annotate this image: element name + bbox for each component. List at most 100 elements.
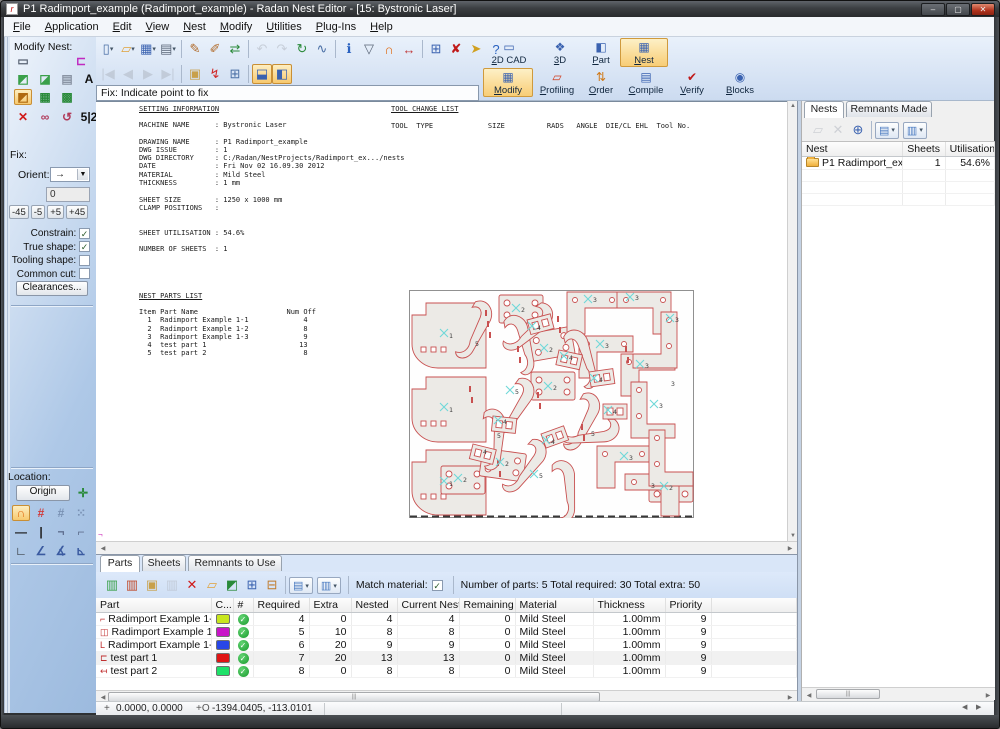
preview-box-icon[interactable]: ▭ bbox=[14, 53, 32, 69]
menu-application[interactable]: Application bbox=[38, 18, 106, 33]
chain-icon[interactable]: ∞ bbox=[36, 109, 54, 125]
col-part[interactable]: Part bbox=[96, 598, 211, 612]
nests-detail-view-button[interactable]: ▥▾ bbox=[903, 122, 927, 139]
report-icon[interactable]: ▤ bbox=[58, 71, 76, 87]
measure-icon[interactable]: ↔ bbox=[399, 39, 419, 59]
save-icon[interactable]: ▦▾ bbox=[138, 39, 158, 59]
rotate-5-button[interactable]: -5 bbox=[31, 205, 45, 219]
profiling-button[interactable]: ▱Profiling bbox=[535, 68, 579, 97]
status-scroll-right-icon[interactable]: ▶ bbox=[976, 703, 981, 711]
scroll-left-icon[interactable]: ◀ bbox=[98, 694, 108, 701]
order-button[interactable]: ⇅Order bbox=[581, 68, 621, 97]
redo-icon[interactable]: ↷ bbox=[272, 39, 292, 59]
new-part-icon[interactable]: ▥ bbox=[102, 575, 122, 595]
prev-sheet-icon[interactable]: ◀ bbox=[118, 64, 138, 84]
print-icon[interactable]: ▤▾ bbox=[158, 39, 178, 59]
first-sheet-icon[interactable]: |◀ bbox=[98, 64, 118, 84]
col-[interactable]: # bbox=[233, 598, 253, 612]
array-nest-icon[interactable]: ▦ bbox=[36, 89, 54, 105]
menu-modify[interactable]: Modify bbox=[213, 18, 259, 33]
origin-button[interactable]: Origin bbox=[16, 485, 70, 501]
part-button[interactable]: ◧Part bbox=[584, 38, 618, 67]
clearances-button[interactable]: Clearances... bbox=[16, 281, 88, 296]
table-row[interactable]: ↤test part 2✓80880Mild Steel1.00mm9 bbox=[96, 664, 797, 677]
info-icon[interactable]: ℹ bbox=[339, 39, 359, 59]
scrollbar-thumb[interactable]: ||| bbox=[816, 689, 880, 699]
rotate-icon[interactable]: ↺ bbox=[58, 109, 76, 125]
split-vertical-icon[interactable]: ◧ bbox=[272, 64, 292, 84]
compile-button[interactable]: ▤Compile bbox=[623, 68, 669, 97]
tab-nests[interactable]: Nests bbox=[804, 101, 844, 118]
table-row[interactable]: ⊏test part 1✓72013130Mild Steel1.00mm9 bbox=[96, 651, 797, 664]
preview-icon[interactable]: ▣ bbox=[185, 64, 205, 84]
fine-grid-icon[interactable]: # bbox=[52, 505, 70, 521]
col-sheets[interactable]: Sheets bbox=[903, 142, 945, 156]
col-current-nest[interactable]: Current Nest bbox=[397, 598, 459, 612]
nests-thumbnail-view-button[interactable]: ▤▾ bbox=[875, 122, 899, 139]
import-image-icon[interactable]: ▣ bbox=[142, 575, 162, 595]
col-c[interactable]: C... bbox=[211, 598, 233, 612]
col-required[interactable]: Required bbox=[253, 598, 309, 612]
close-button[interactable]: ✕ bbox=[971, 3, 995, 16]
col-nested[interactable]: Nested bbox=[351, 598, 397, 612]
2d-cad-button[interactable]: ▭2D CAD bbox=[482, 38, 536, 67]
sheet-grid-icon[interactable]: ⊞ bbox=[225, 64, 245, 84]
next-sheet-icon[interactable]: ▶ bbox=[138, 64, 158, 84]
undo-icon[interactable]: ↶ bbox=[252, 39, 272, 59]
tab-sheets[interactable]: Sheets bbox=[142, 555, 186, 571]
delete-icon[interactable]: ✕ bbox=[14, 109, 32, 125]
modify-button[interactable]: ▦Modify bbox=[483, 68, 533, 97]
common-cut-checkbox[interactable] bbox=[79, 268, 90, 279]
nests-table[interactable]: NestSheetsUtilisationP1 Radimport_exa...… bbox=[802, 141, 995, 687]
rotate-5-button[interactable]: +5 bbox=[47, 205, 64, 219]
part-properties-icon[interactable]: ◩ bbox=[222, 575, 242, 595]
scroll-left-icon[interactable]: ◀ bbox=[804, 692, 814, 699]
v-extents-icon[interactable]: ⌐ bbox=[72, 524, 90, 540]
edit-part-icon[interactable]: ⊟ bbox=[262, 575, 282, 595]
rotate-45-button[interactable]: +45 bbox=[66, 205, 88, 219]
true-shape-checkbox[interactable]: ✓ bbox=[79, 241, 90, 252]
scroll-left-icon[interactable]: ◀ bbox=[98, 545, 108, 552]
grid-icon[interactable]: # bbox=[32, 505, 50, 521]
text-icon[interactable]: A bbox=[80, 71, 98, 87]
col-utilisation[interactable]: Utilisation bbox=[945, 142, 994, 156]
menu-help[interactable]: Help bbox=[363, 18, 400, 33]
tab-remnants-to-use[interactable]: Remnants to Use bbox=[188, 555, 282, 571]
dot-grid-icon[interactable]: ⁙ bbox=[72, 505, 90, 521]
col-extra[interactable]: Extra bbox=[309, 598, 351, 612]
main-canvas[interactable]: SETTING INFORMATION MACHINE NAME : Bystr… bbox=[96, 101, 787, 541]
3d-button[interactable]: ❖3D bbox=[538, 38, 582, 67]
table-row[interactable]: LRadimport Example 1-3✓620990Mild Steel1… bbox=[96, 638, 797, 651]
title-bar[interactable]: r P1 Radimport_example (Radimport_exampl… bbox=[1, 1, 1000, 17]
add-part-icon[interactable]: ▥ bbox=[122, 575, 142, 595]
maximize-button[interactable]: ▢ bbox=[946, 3, 970, 16]
menu-edit[interactable]: Edit bbox=[106, 18, 139, 33]
refresh-icon[interactable]: ↻ bbox=[292, 39, 312, 59]
chevron-down-icon[interactable]: ▼ bbox=[77, 169, 88, 180]
table-row[interactable]: ⌐Radimport Example 1-1✓40440Mild Steel1.… bbox=[96, 612, 797, 625]
minimize-button[interactable]: – bbox=[921, 3, 945, 16]
open-icon[interactable]: ▱▾ bbox=[118, 39, 138, 59]
table-row[interactable]: ◫Radimport Example 1-2✓510880Mild Steel1… bbox=[96, 625, 797, 638]
auto-nest-icon[interactable]: ▩ bbox=[58, 89, 76, 105]
user-delete-icon[interactable]: ✘ bbox=[446, 39, 466, 59]
col-remaining[interactable]: Remaining bbox=[459, 598, 515, 612]
new-icon[interactable]: ▯▾ bbox=[98, 39, 118, 59]
part-table-icon[interactable]: ⊞ bbox=[242, 575, 262, 595]
exit-icon[interactable]: ⊏ bbox=[72, 53, 90, 69]
constrain-checkbox[interactable]: ✓ bbox=[79, 228, 90, 239]
open-nest-icon[interactable]: ▱ bbox=[808, 120, 828, 140]
simulate-icon[interactable]: ↯ bbox=[205, 64, 225, 84]
parts-thumbnail-view-button[interactable]: ▤▾ bbox=[289, 577, 313, 594]
table-row[interactable]: P1 Radimport_exa...154.6% bbox=[802, 156, 995, 169]
nests-table-scrollbar[interactable]: ◀ ||| ▶ bbox=[802, 687, 995, 700]
move-part-icon[interactable]: ◩ bbox=[14, 71, 32, 87]
edit-icon[interactable]: ✎ bbox=[185, 39, 205, 59]
h-extents-icon[interactable]: ¬ bbox=[52, 524, 70, 540]
swap-sheet-icon[interactable]: ⇄ bbox=[225, 39, 245, 59]
horizontal-line-icon[interactable]: — bbox=[12, 524, 30, 540]
orient-dropdown[interactable]: → ▼ bbox=[50, 167, 90, 182]
snap-magnet-icon[interactable]: ∩ bbox=[379, 39, 399, 59]
select-part-icon[interactable]: ◪ bbox=[36, 71, 54, 87]
match-material-checkbox[interactable]: ✓ bbox=[432, 580, 443, 591]
